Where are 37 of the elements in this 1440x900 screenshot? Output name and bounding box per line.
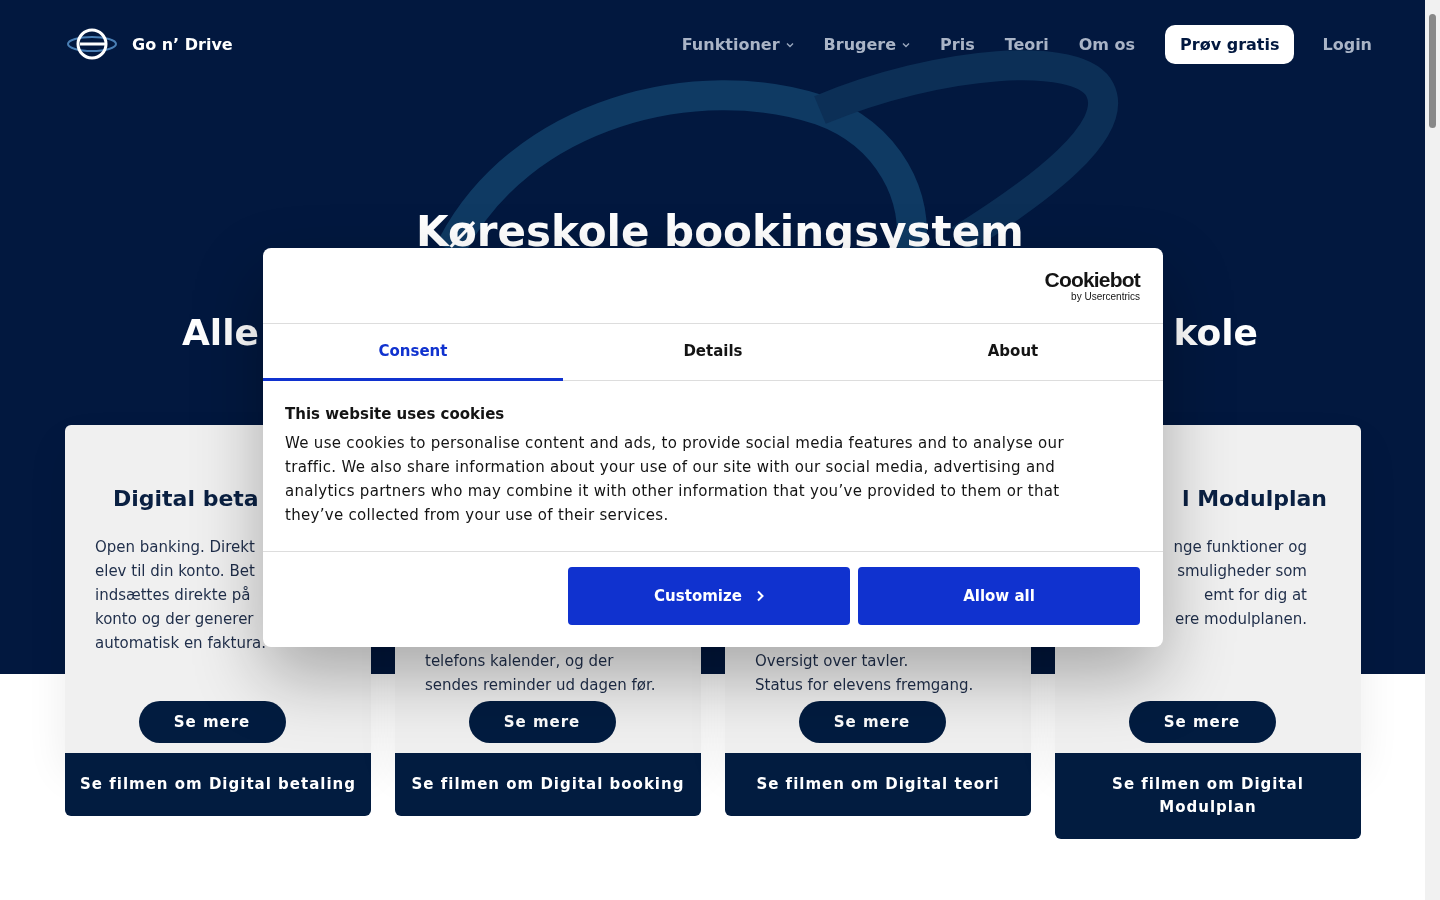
dialog-tab[interactable]: Details bbox=[563, 324, 863, 381]
card-text: nge funktioner og smuligheder som emt for dig at ere modulplanen. bbox=[1172, 537, 1308, 630]
brand-name[interactable]: Go n’ Drive bbox=[132, 34, 233, 54]
card-title: Digital beta bbox=[113, 485, 259, 513]
card-text: Oversigt over tavler. Status for elevens fremgang. bbox=[755, 651, 975, 696]
card-text: telefons kalender, og der sendes reminder ud dagen før. bbox=[425, 651, 657, 696]
nav-link[interactable]: Pris bbox=[940, 34, 975, 54]
hero-subtitle-fragment: Alle bbox=[182, 311, 259, 355]
see-more-button[interactable]: Se mere bbox=[138, 701, 286, 743]
dialog-tab[interactable]: About bbox=[863, 324, 1163, 381]
see-more-button[interactable]: Se mere bbox=[468, 701, 616, 743]
login-link[interactable]: Login bbox=[1322, 34, 1372, 54]
try-free-button[interactable]: Prøv gratis bbox=[1165, 24, 1295, 64]
nav-link[interactable]: Funktioner bbox=[681, 34, 794, 54]
see-more-button[interactable]: Se mere bbox=[1128, 701, 1276, 743]
video-link-button[interactable]: Se filmen om Digital Modulplan bbox=[1055, 753, 1361, 839]
consent-button[interactable]: Allow all bbox=[858, 567, 1140, 625]
dialog-text: We use cookies to personalise content and ads, to provide social media features and to analyse our traffic. We also share information about your use of our site with our social media, advertising and analytics partners who may combine it with other information that you’ve provided to them or that they’ve collected from your use of their services. bbox=[285, 433, 1065, 526]
cookiebot-logo: Cookiebot bbox=[1044, 269, 1140, 291]
cookiebot-logo-subtitle: by Usercentrics bbox=[1071, 291, 1140, 302]
nav-link[interactable]: Brugere bbox=[823, 34, 911, 54]
video-link-button[interactable]: Se filmen om Digital booking bbox=[395, 753, 701, 816]
video-link-button[interactable]: Se filmen om Digital betaling bbox=[65, 753, 371, 816]
card-text: Open banking. Direkt elev til din konto. Bet indsættes direkte på konto og der generer automatisk en faktura. bbox=[95, 537, 268, 654]
nav-link[interactable]: Teori bbox=[1004, 34, 1049, 54]
video-link-button[interactable]: Se filmen om Digital teori bbox=[725, 753, 1031, 816]
consent-button[interactable]: Customize bbox=[568, 567, 850, 625]
card-title: l Modulplan bbox=[1182, 485, 1327, 513]
hero-title: Køreskole bookingsystem bbox=[415, 206, 1025, 258]
chevron-right-icon bbox=[755, 590, 764, 602]
scrollbar[interactable] bbox=[1425, 0, 1440, 900]
see-more-button[interactable]: Se mere bbox=[798, 701, 946, 743]
logo-icon[interactable] bbox=[66, 28, 118, 60]
dialog-tab[interactable]: Consent bbox=[263, 324, 563, 381]
nav-link[interactable]: Om os bbox=[1078, 34, 1136, 54]
hero-subtitle-fragment: kole bbox=[1173, 311, 1258, 355]
dialog-heading: This website uses cookies bbox=[285, 405, 506, 423]
